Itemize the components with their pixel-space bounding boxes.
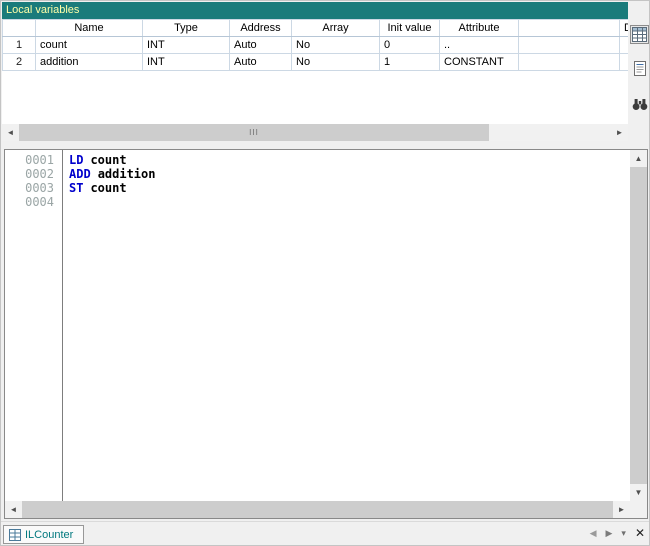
binoculars-icon (632, 98, 648, 111)
row-number-cell[interactable]: 1 (3, 37, 36, 54)
find-button[interactable] (630, 95, 649, 114)
declaration-view-button[interactable] (630, 59, 649, 78)
cell-blank[interactable] (519, 54, 620, 71)
document-icon (633, 61, 647, 76)
editor-horizontal-scrollbar[interactable]: ◄ ► (5, 501, 630, 518)
document-tab-bar: ILCounter ◀ ▶ ▾ ✕ (1, 521, 650, 545)
cell-attribute[interactable]: CONSTANT (440, 54, 519, 71)
close-document-button[interactable]: ✕ (635, 527, 645, 539)
tab-list-dropdown-button[interactable]: ▾ (621, 528, 626, 539)
scroll-up-button[interactable]: ▲ (630, 150, 647, 167)
grid-icon (632, 27, 647, 42)
cell-array[interactable]: No (292, 37, 380, 54)
tab-label: ILCounter (25, 529, 73, 541)
scrollbar-thumb[interactable] (22, 501, 613, 518)
editor-vertical-scrollbar[interactable]: ▲ ▼ (630, 150, 647, 501)
tab-ilcounter[interactable]: ILCounter (3, 525, 84, 544)
column-header-init-value[interactable]: Init value (380, 20, 440, 37)
line-number: 0004 (5, 195, 59, 209)
cell-address[interactable]: Auto (230, 54, 292, 71)
cell-type[interactable]: INT (143, 37, 230, 54)
panel-title: Local variables (6, 4, 79, 16)
tab-navigation: ◀ ▶ ▾ ✕ (590, 527, 645, 539)
scroll-down-button[interactable]: ▼ (630, 484, 647, 501)
scrollbar-thumb[interactable]: III (19, 124, 489, 141)
table-row[interactable]: 2 addition INT Auto No 1 CONSTANT (3, 54, 629, 71)
cell-description[interactable] (620, 54, 629, 71)
cell-address[interactable]: Auto (230, 37, 292, 54)
variable-grid-view-button[interactable] (630, 25, 649, 44)
cell-description[interactable] (620, 37, 629, 54)
il-keyword: ADD (69, 167, 91, 181)
cell-name[interactable]: addition (36, 54, 143, 71)
table-header-row: Name Type Address Array Init value Attri… (3, 20, 629, 37)
column-header-description-cut[interactable]: D (620, 20, 629, 37)
variables-table: Name Type Address Array Init value Attri… (2, 19, 628, 71)
cell-type[interactable]: INT (143, 54, 230, 71)
side-toolbar (629, 19, 650, 141)
il-operand: count (90, 181, 126, 195)
cell-array[interactable]: No (292, 54, 380, 71)
row-number-cell[interactable]: 2 (3, 54, 36, 71)
line-number: 0001 (5, 153, 59, 167)
variables-table-container: Name Type Address Array Init value Attri… (2, 19, 628, 124)
scrollbar-thumb[interactable] (630, 167, 647, 484)
previous-tab-button[interactable]: ◀ (590, 528, 597, 539)
cell-attribute[interactable]: .. (440, 37, 519, 54)
scroll-right-button[interactable]: ► (611, 124, 628, 141)
column-header-type[interactable]: Type (143, 20, 230, 37)
line-number: 0003 (5, 181, 59, 195)
column-header-attribute[interactable]: Attribute (440, 20, 519, 37)
column-header-name[interactable]: Name (36, 20, 143, 37)
program-grid-icon (9, 529, 21, 541)
cell-init-value[interactable]: 1 (380, 54, 440, 71)
cell-init-value[interactable]: 0 (380, 37, 440, 54)
il-operand: addition (98, 167, 156, 181)
scroll-right-button[interactable]: ► (613, 501, 630, 518)
il-keyword: ST (69, 181, 83, 195)
il-operand: count (90, 153, 126, 167)
scroll-left-button[interactable]: ◄ (2, 124, 19, 141)
local-variables-title-bar: Local variables (2, 2, 628, 19)
line-number: 0002 (5, 167, 59, 181)
code-line[interactable]: 0003 ST count (5, 181, 630, 195)
table-horizontal-scrollbar[interactable]: ◄ III ► (2, 124, 628, 141)
code-line[interactable]: 0002 ADD addition (5, 167, 630, 181)
scrollbar-corner (630, 501, 647, 518)
column-header-blank[interactable] (519, 20, 620, 37)
next-tab-button[interactable]: ▶ (605, 528, 612, 539)
il-editor-window: Local variables Name Type Address Array … (0, 0, 650, 546)
il-code-editor: 0001 LD count 0002 ADD addition 0003 ST cou… (4, 149, 648, 519)
column-header-address[interactable]: Address (230, 20, 292, 37)
row-number-header[interactable] (3, 20, 36, 37)
column-header-array[interactable]: Array (292, 20, 380, 37)
cell-name[interactable]: count (36, 37, 143, 54)
cell-blank[interactable] (519, 37, 620, 54)
table-row[interactable]: 1 count INT Auto No 0 .. (3, 37, 629, 54)
code-line[interactable]: 0004 (5, 195, 630, 209)
gutter-separator (62, 150, 63, 501)
scroll-left-button[interactable]: ◄ (5, 501, 22, 518)
code-area[interactable]: 0001 LD count 0002 ADD addition 0003 ST cou… (5, 150, 630, 501)
code-line[interactable]: 0001 LD count (5, 153, 630, 167)
il-keyword: LD (69, 153, 83, 167)
